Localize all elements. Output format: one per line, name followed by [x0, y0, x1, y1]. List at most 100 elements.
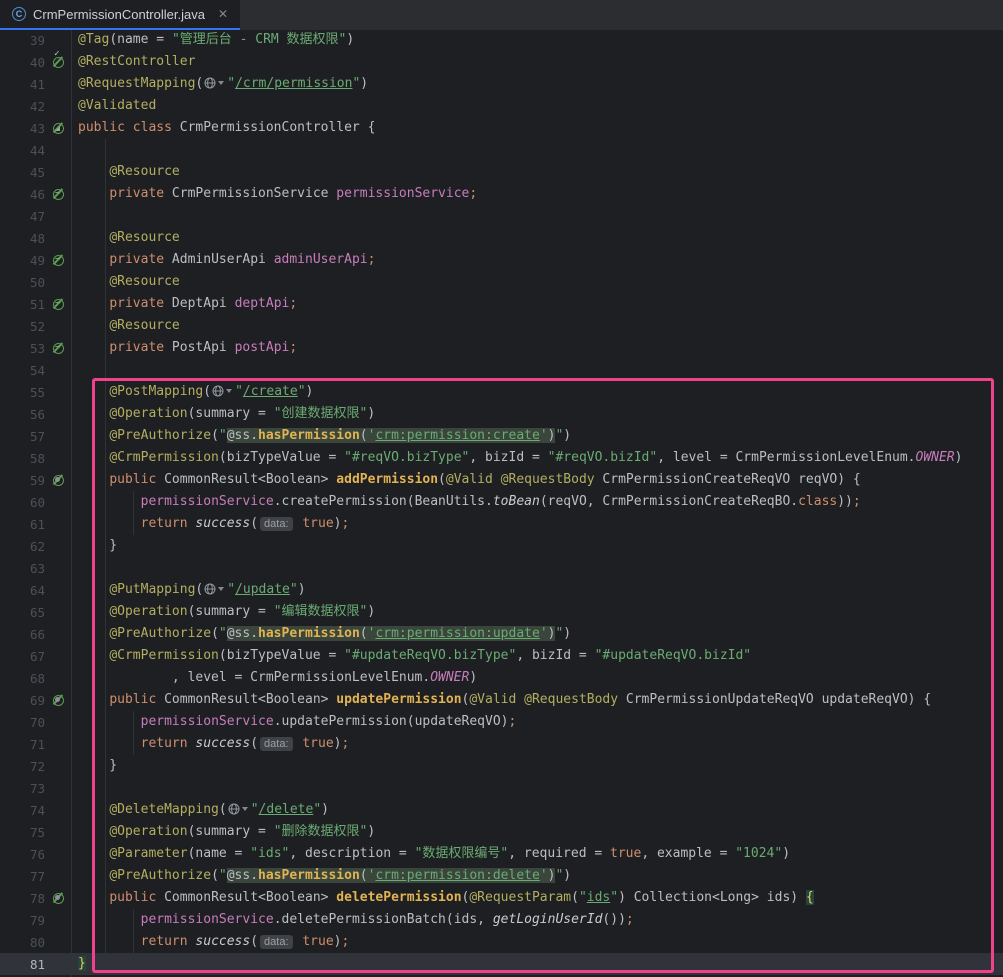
code-line[interactable]: 60 permissionService.createPermission(Be…	[0, 491, 1003, 513]
line-number[interactable]: 60	[0, 495, 45, 510]
code-line[interactable]: 40@RestController	[0, 51, 1003, 73]
line-number[interactable]: 44	[0, 143, 45, 158]
line-number[interactable]: 58	[0, 451, 45, 466]
line-number[interactable]: 52	[0, 319, 45, 334]
http-endpoint-globe-icon[interactable]	[204, 77, 216, 89]
chevron-down-icon[interactable]	[218, 81, 224, 85]
code-line[interactable]: 50 @Resource	[0, 271, 1003, 293]
line-number[interactable]: 57	[0, 429, 45, 444]
code-line[interactable]: 66 @PreAuthorize("@ss.hasPermission('crm…	[0, 623, 1003, 645]
line-number[interactable]: 72	[0, 759, 45, 774]
http-endpoint-globe-icon[interactable]	[228, 803, 240, 815]
code-line[interactable]: 45 @Resource	[0, 161, 1003, 183]
code-line[interactable]: 58 @CrmPermission(bizTypeValue = "#reqVO…	[0, 447, 1003, 469]
http-endpoint-globe-icon[interactable]	[212, 385, 224, 397]
line-number[interactable]: 53	[0, 341, 45, 356]
line-number[interactable]: 66	[0, 627, 45, 642]
line-number[interactable]: 59	[0, 473, 45, 488]
code-line[interactable]: 68 , level = CrmPermissionLevelEnum.OWNE…	[0, 667, 1003, 689]
code-line[interactable]: 51 private DeptApi deptApi;	[0, 293, 1003, 315]
close-icon[interactable]: ✕	[218, 7, 228, 21]
line-number[interactable]: 42	[0, 99, 45, 114]
code-line[interactable]: 74 @DeleteMapping("/delete")	[0, 799, 1003, 821]
line-number[interactable]: 55	[0, 385, 45, 400]
code-line[interactable]: 57 @PreAuthorize("@ss.hasPermission('crm…	[0, 425, 1003, 447]
line-number[interactable]: 56	[0, 407, 45, 422]
line-number[interactable]: 64	[0, 583, 45, 598]
line-number[interactable]: 45	[0, 165, 45, 180]
line-number[interactable]: 50	[0, 275, 45, 290]
spring-bean-class-icon[interactable]	[45, 123, 71, 134]
line-number[interactable]: 51	[0, 297, 45, 312]
code-line[interactable]: 39@Tag(name = "管理后台 - CRM 数据权限")	[0, 29, 1003, 51]
chevron-down-icon[interactable]	[218, 587, 224, 591]
code-line[interactable]: 62 }	[0, 535, 1003, 557]
code-line[interactable]: 78 public CommonResult<Boolean> deletePe…	[0, 887, 1003, 909]
line-number[interactable]: 74	[0, 803, 45, 818]
code-line[interactable]: 46 private CrmPermissionService permissi…	[0, 183, 1003, 205]
code-line[interactable]: 47	[0, 205, 1003, 227]
code-line[interactable]: 71 return success(data: true);	[0, 733, 1003, 755]
code-line[interactable]: 70 permissionService.updatePermission(up…	[0, 711, 1003, 733]
line-number[interactable]: 75	[0, 825, 45, 840]
line-number[interactable]: 48	[0, 231, 45, 246]
code-line[interactable]: 72 }	[0, 755, 1003, 777]
code-line[interactable]: 42@Validated	[0, 95, 1003, 117]
line-number[interactable]: 78	[0, 891, 45, 906]
spring-bean-dot-icon[interactable]	[45, 475, 71, 486]
http-endpoint-globe-icon[interactable]	[204, 583, 216, 595]
code-line[interactable]: 79 permissionService.deletePermissionBat…	[0, 909, 1003, 931]
line-number[interactable]: 40	[0, 55, 45, 70]
code-line[interactable]: 63	[0, 557, 1003, 579]
line-number[interactable]: 46	[0, 187, 45, 202]
code-line[interactable]: 73	[0, 777, 1003, 799]
line-number[interactable]: 47	[0, 209, 45, 224]
line-number[interactable]: 71	[0, 737, 45, 752]
code-line[interactable]: 56 @Operation(summary = "创建数据权限")	[0, 403, 1003, 425]
code-line[interactable]: 53 private PostApi postApi;	[0, 337, 1003, 359]
code-line[interactable]: 69 public CommonResult<Boolean> updatePe…	[0, 689, 1003, 711]
line-number[interactable]: 73	[0, 781, 45, 796]
code-line[interactable]: 76 @Parameter(name = "ids", description …	[0, 843, 1003, 865]
line-number[interactable]: 39	[0, 33, 45, 48]
line-number[interactable]: 43	[0, 121, 45, 136]
spring-bean-dot-icon[interactable]	[45, 893, 71, 904]
line-number[interactable]: 67	[0, 649, 45, 664]
chevron-down-icon[interactable]	[226, 389, 232, 393]
code-line[interactable]: 67 @CrmPermission(bizTypeValue = "#updat…	[0, 645, 1003, 667]
line-number[interactable]: 79	[0, 913, 45, 928]
code-line[interactable]: 61 return success(data: true);	[0, 513, 1003, 535]
line-number[interactable]: 68	[0, 671, 45, 686]
code-line[interactable]: 44	[0, 139, 1003, 161]
code-line[interactable]: 75 @Operation(summary = "删除数据权限")	[0, 821, 1003, 843]
chevron-down-icon[interactable]	[242, 807, 248, 811]
line-number[interactable]: 63	[0, 561, 45, 576]
line-number[interactable]: 61	[0, 517, 45, 532]
code-line[interactable]: 64 @PutMapping("/update")	[0, 579, 1003, 601]
spring-bean-arrow-icon[interactable]	[45, 255, 71, 266]
line-number[interactable]: 77	[0, 869, 45, 884]
spring-bean-arrow-icon[interactable]	[45, 299, 71, 310]
line-number[interactable]: 70	[0, 715, 45, 730]
line-number[interactable]: 69	[0, 693, 45, 708]
code-line[interactable]: 48 @Resource	[0, 227, 1003, 249]
code-line[interactable]: 81}	[0, 953, 1003, 975]
code-line[interactable]: 52 @Resource	[0, 315, 1003, 337]
line-number[interactable]: 81	[0, 957, 45, 972]
code-line[interactable]: 65 @Operation(summary = "编辑数据权限")	[0, 601, 1003, 623]
line-number[interactable]: 65	[0, 605, 45, 620]
code-line[interactable]: 54	[0, 359, 1003, 381]
code-editor[interactable]: 39@Tag(name = "管理后台 - CRM 数据权限")40@RestC…	[0, 29, 1003, 975]
code-line[interactable]: 77 @PreAuthorize("@ss.hasPermission('crm…	[0, 865, 1003, 887]
spring-bean-dot-icon[interactable]	[45, 695, 71, 706]
code-line[interactable]: 80 return success(data: true);	[0, 931, 1003, 953]
line-number[interactable]: 54	[0, 363, 45, 378]
code-line[interactable]: 43public class CrmPermissionController {	[0, 117, 1003, 139]
line-number[interactable]: 62	[0, 539, 45, 554]
spring-bean-arrow-icon[interactable]	[45, 343, 71, 354]
line-number[interactable]: 76	[0, 847, 45, 862]
spring-bean-check-icon[interactable]	[45, 57, 71, 68]
code-line[interactable]: 59 public CommonResult<Boolean> addPermi…	[0, 469, 1003, 491]
spring-bean-arrow-icon[interactable]	[45, 189, 71, 200]
line-number[interactable]: 49	[0, 253, 45, 268]
